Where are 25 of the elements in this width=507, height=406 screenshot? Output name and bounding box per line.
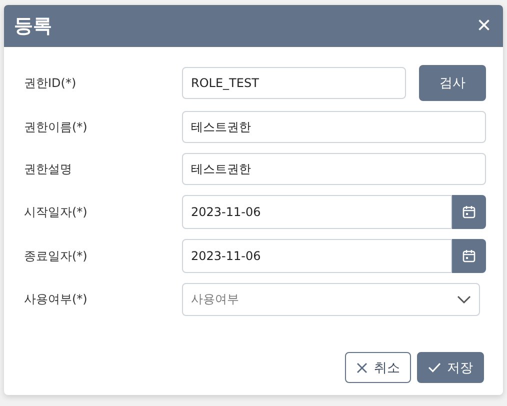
field-label: 종료일자(*) xyxy=(24,248,88,264)
dropdown[interactable]: 사용여부 xyxy=(182,283,480,316)
date-field[interactable]: 2023-11-06 xyxy=(182,195,452,229)
field-label: 권한ID(*) xyxy=(24,74,78,92)
close-icon xyxy=(356,362,368,374)
check-icon xyxy=(428,362,441,373)
field-label: 권한설명 xyxy=(24,160,73,178)
calendar-icon xyxy=(462,249,476,263)
save-button[interactable]: 저장 xyxy=(417,352,484,383)
check-button[interactable]: 검사 xyxy=(419,65,486,101)
chevron-down-icon xyxy=(457,295,471,304)
field-label: 시작일자(*) xyxy=(24,204,88,220)
field-label: 사용여부(*) xyxy=(24,291,88,308)
input-field[interactable]: 테스트권한 xyxy=(182,153,486,185)
date-field[interactable]: 2023-11-06 xyxy=(182,239,452,273)
input-field[interactable]: 테스트권한 xyxy=(182,111,486,143)
dropdown-placeholder: 사용여부 xyxy=(191,291,239,308)
close-button[interactable]: × xyxy=(476,14,491,38)
calendar-icon xyxy=(462,205,476,219)
field-label: 권한이름(*) xyxy=(24,118,88,136)
input-field[interactable]: ROLE_TEST xyxy=(182,67,406,99)
cancel-button[interactable]: 취소 xyxy=(345,352,411,383)
dialog-title: 등록 xyxy=(14,14,52,39)
calendar-button[interactable] xyxy=(452,239,486,273)
calendar-button[interactable] xyxy=(452,195,486,229)
